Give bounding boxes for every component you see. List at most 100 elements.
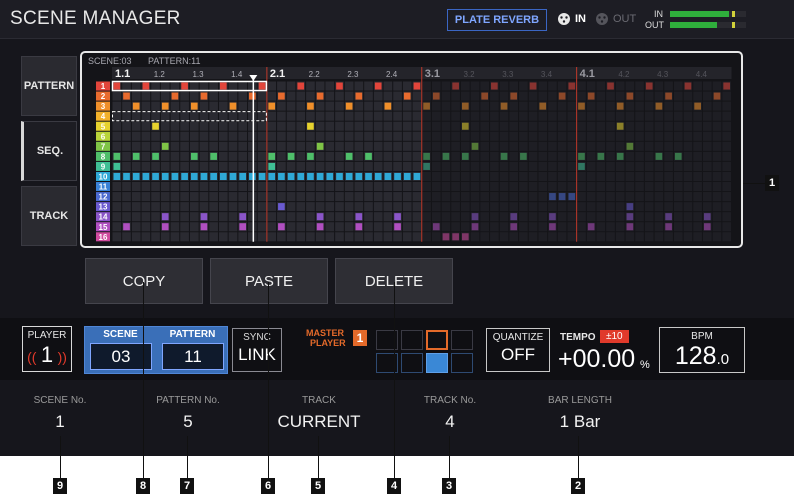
- step-cell: [683, 91, 693, 101]
- paste-button[interactable]: PASTE: [210, 258, 328, 304]
- tempo-range-badge[interactable]: ±10: [600, 330, 629, 343]
- step-cell: [586, 232, 596, 242]
- step-cell: [238, 202, 248, 212]
- fx-reverb-button[interactable]: PLATE REVERB: [447, 9, 547, 31]
- active-step: [152, 152, 159, 160]
- active-step: [626, 92, 634, 100]
- step-cell: [673, 182, 683, 192]
- active-step: [142, 82, 150, 90]
- master-number: 1: [353, 330, 367, 346]
- step-cell: [509, 111, 519, 121]
- param-scene-no[interactable]: SCENE No. 1: [0, 395, 120, 432]
- active-step: [374, 82, 382, 90]
- step-cell: [596, 222, 606, 232]
- active-step: [258, 82, 266, 90]
- quantize-button[interactable]: QUANTIZE OFF: [486, 328, 550, 372]
- step-cell: [528, 111, 538, 121]
- beat-label: 2.2: [309, 70, 321, 79]
- step-cell: [296, 232, 306, 242]
- active-step: [384, 102, 392, 110]
- step-cell: [722, 232, 732, 242]
- step-cell: [170, 232, 180, 242]
- tab-track[interactable]: TRACK: [21, 186, 77, 246]
- scene-label: SCENE: [103, 329, 138, 340]
- param-track[interactable]: TRACK CURRENT: [259, 395, 379, 432]
- step-cell: [267, 91, 277, 101]
- active-step: [307, 122, 314, 130]
- step-cell: [160, 91, 170, 101]
- step-cell: [228, 111, 238, 121]
- step-cell: [567, 182, 577, 192]
- step-cell: [286, 141, 296, 151]
- step-cell: [257, 111, 267, 121]
- player-indicator[interactable]: PLAYER (( 1 )): [22, 326, 72, 372]
- pattern-value-box[interactable]: 11: [162, 343, 224, 370]
- step-cell: [344, 182, 354, 192]
- step-cell: [693, 161, 702, 171]
- step-cell: [306, 182, 315, 192]
- pad-top-3[interactable]: [426, 330, 448, 350]
- tab-pattern[interactable]: PATTERN: [21, 56, 77, 116]
- step-cell: [141, 151, 151, 161]
- step-cell: [509, 151, 519, 161]
- pad-bottom-4[interactable]: [451, 353, 473, 373]
- step-cell: [315, 81, 325, 91]
- active-step: [123, 172, 130, 180]
- step-cell: [151, 111, 160, 121]
- step-cell: [606, 222, 615, 232]
- step-cell: [567, 161, 577, 171]
- step-cell: [209, 111, 218, 121]
- step-cell: [528, 101, 538, 111]
- step-cell: [557, 101, 567, 111]
- active-step: [268, 162, 276, 170]
- title-bar: SCENE MANAGER PLATE REVERB IN OUT IN OUT: [0, 0, 794, 39]
- step-cell: [354, 131, 364, 141]
- step-cell: [393, 151, 402, 161]
- step-cell: [586, 161, 596, 171]
- step-cell: [722, 111, 732, 121]
- step-cell: [238, 151, 248, 161]
- copy-button[interactable]: COPY: [85, 258, 203, 304]
- callout-8: 8: [136, 478, 150, 494]
- pad-bottom-2[interactable]: [401, 353, 423, 373]
- step-cell: [402, 121, 412, 131]
- step-cell: [131, 121, 141, 131]
- sequence-grid[interactable]: SCENE:03 PATTERN:11 1.1 1.2 1.3 1.4 2.1 2.2 2.3 2…: [80, 51, 743, 248]
- pad-top-4[interactable]: [451, 330, 473, 350]
- step-cell: [693, 91, 702, 101]
- out-indicator[interactable]: OUT: [594, 10, 644, 30]
- active-step: [219, 82, 227, 90]
- step-cell: [209, 222, 218, 232]
- pad-bottom-3[interactable]: [426, 353, 448, 373]
- step-cell: [344, 212, 354, 222]
- step-cell: [567, 131, 577, 141]
- step-cell: [131, 141, 141, 151]
- step-cell: [702, 91, 712, 101]
- param-track-no[interactable]: TRACK No. 4: [390, 395, 510, 432]
- callout-5: 5: [311, 478, 325, 494]
- step-cell: [383, 212, 393, 222]
- param-bar-length[interactable]: BAR LENGTH 1 Bar: [520, 395, 640, 432]
- active-step: [423, 152, 430, 160]
- step-cell: [209, 81, 218, 91]
- step-cell: [460, 161, 470, 171]
- active-step: [403, 92, 411, 100]
- step-cell: [644, 91, 654, 101]
- sync-button[interactable]: SYNC LINK: [232, 328, 282, 372]
- step-cell: [218, 131, 228, 141]
- step-cell: [160, 202, 170, 212]
- step-cell: [306, 212, 315, 222]
- track-number: 8: [101, 152, 106, 161]
- step-cell: [122, 232, 131, 242]
- param-pattern-no[interactable]: PATTERN No. 5: [128, 395, 248, 432]
- step-cell: [654, 182, 664, 192]
- active-step: [703, 223, 711, 231]
- track-number: 16: [99, 233, 108, 242]
- step-grid-svg[interactable]: SCENE:03 PATTERN:11 1.1 1.2 1.3 1.4 2.1 2.2 2.3 2…: [82, 53, 741, 246]
- pad-top-2[interactable]: [401, 330, 423, 350]
- step-cell: [325, 81, 335, 91]
- tab-seq[interactable]: SEQ.: [21, 121, 77, 181]
- active-step: [113, 152, 121, 160]
- step-cell: [412, 222, 422, 232]
- active-step: [510, 213, 518, 221]
